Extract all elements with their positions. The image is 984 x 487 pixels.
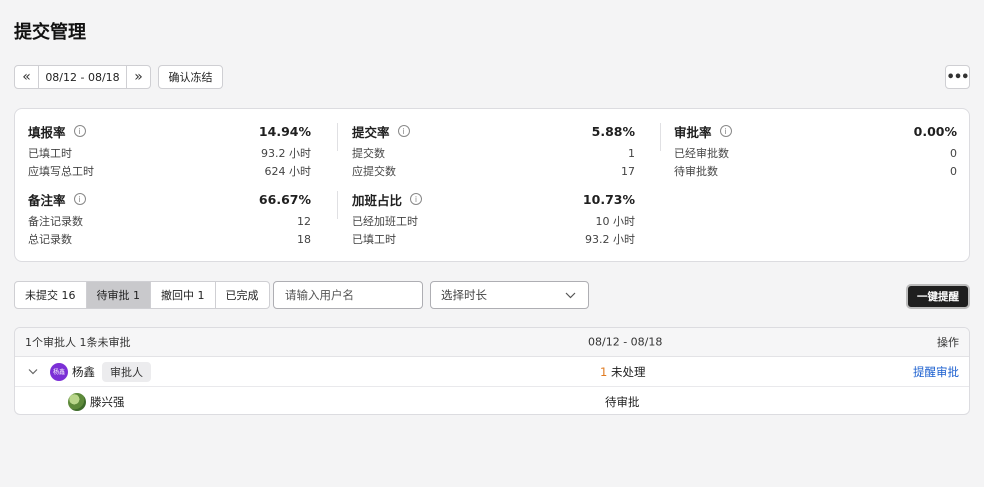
member-status: 待审批 (605, 395, 640, 409)
previous-week-button[interactable]: « (15, 66, 39, 88)
page-title: 提交管理 (14, 22, 86, 43)
info-icon[interactable]: i (410, 193, 423, 205)
stat-submit-rate: 提交率 i 5.88% 提交数 1 应提交数 17 (352, 122, 635, 180)
stat-row-label: 已经审批数 (674, 147, 729, 160)
stat-percent: 0.00% (913, 123, 957, 139)
stat-row-value: 18 (297, 232, 311, 246)
stat-percent: 10.73% (582, 191, 635, 207)
pending-count: 1 (600, 364, 608, 379)
avatar: 杨鑫 (50, 362, 68, 381)
table-header: 1个审批人 1条未审批 08/12 - 08/18 操作 (15, 328, 969, 357)
avatar (68, 393, 86, 411)
stat-row-label: 已经加班工时 (352, 215, 418, 228)
stats-card: 填报率 i 14.94% 已填工时 93.2 小时 应填写总工时 624 小时 提交率… (14, 108, 970, 262)
next-week-button[interactable]: » (126, 66, 150, 88)
info-icon[interactable]: i (73, 125, 86, 137)
stat-row-label: 提交数 (352, 147, 385, 160)
chevron-down-icon[interactable] (28, 368, 38, 375)
remind-all-button[interactable]: 一键提醒 (906, 284, 970, 309)
date-range-navigator: « 08/12 - 08/18 » (14, 65, 151, 89)
avatar-text: 杨鑫 (52, 369, 65, 376)
stat-row-value: 624 小时 (264, 165, 312, 178)
double-chevron-left-icon: « (22, 69, 31, 85)
divider (660, 123, 661, 151)
table-row-approver: 杨鑫 杨鑫 审批人 1 未处理 提醒审批 (15, 357, 969, 387)
info-icon[interactable]: i (719, 125, 732, 137)
remind-approval-link[interactable]: 提醒审批 (913, 364, 959, 380)
member-name: 滕兴强 (90, 395, 125, 409)
stat-fill-rate: 填报率 i 14.94% 已填工时 93.2 小时 应填写总工时 624 小时 (28, 122, 311, 180)
stat-row-label: 应填写总工时 (28, 165, 94, 178)
double-chevron-right-icon: » (134, 69, 143, 85)
tab-pending-approval[interactable]: 待审批 1 (86, 282, 151, 308)
stat-row-value: 93.2 小时 (585, 233, 635, 246)
stat-row-label: 总记录数 (28, 233, 72, 246)
stat-note-rate: 备注率 i 66.67% 备注记录数 12 总记录数 18 (28, 190, 311, 248)
more-options-button[interactable]: ••• (945, 65, 970, 89)
approver-name: 杨鑫 (72, 364, 95, 379)
stat-row-value: 0 (950, 146, 957, 160)
stat-percent: 66.67% (258, 191, 311, 207)
stat-row-label: 已填工时 (352, 233, 396, 246)
stat-row-label: 已填工时 (28, 147, 72, 160)
tab-unsubmitted[interactable]: 未提交 16 (15, 282, 87, 308)
table-action-header: 操作 (937, 336, 959, 349)
stat-row-value: 0 (950, 164, 957, 178)
stat-row-label: 待审批数 (674, 165, 718, 178)
stat-approve-rate: 审批率 i 0.00% 已经审批数 0 待审批数 0 (674, 122, 957, 180)
stat-title: 填报率 (28, 124, 66, 140)
stat-row-value: 12 (297, 214, 311, 228)
role-badge: 审批人 (102, 361, 151, 382)
confirm-freeze-button[interactable]: 确认冻结 (158, 65, 223, 89)
duration-select[interactable]: 选择时长 (430, 281, 589, 309)
stat-row-value: 10 小时 (595, 215, 636, 228)
stat-percent: 5.88% (591, 123, 635, 139)
stat-title: 审批率 (674, 124, 712, 140)
table-period-header: 08/12 - 08/18 (588, 335, 663, 349)
tab-withdrawing[interactable]: 撤回中 1 (151, 282, 216, 308)
info-icon[interactable]: i (73, 193, 86, 205)
table-summary: 1个审批人 1条未审批 (25, 336, 131, 349)
approval-table: 1个审批人 1条未审批 08/12 - 08/18 操作 杨鑫 杨鑫 审批人 1… (14, 327, 970, 415)
pending-status: 1 未处理 (600, 364, 645, 380)
date-range-label[interactable]: 08/12 - 08/18 (39, 66, 126, 88)
divider (337, 123, 338, 151)
stat-row-value: 93.2 小时 (261, 147, 311, 160)
divider (337, 191, 338, 219)
stat-percent: 14.94% (258, 123, 311, 139)
stat-title: 提交率 (352, 124, 390, 140)
status-tabs: 未提交 16 待审批 1 撤回中 1 已完成 (14, 281, 270, 309)
stat-row-value: 17 (621, 164, 635, 178)
username-search-input[interactable] (273, 281, 423, 309)
table-row-member: 滕兴强 待审批 (15, 387, 969, 414)
duration-select-label: 选择时长 (441, 288, 487, 302)
pending-status-text: 未处理 (610, 364, 646, 379)
stat-overtime-ratio: 加班占比 i 10.73% 已经加班工时 10 小时 已填工时 93.2 小时 (352, 190, 635, 248)
stat-row-label: 应提交数 (352, 165, 396, 178)
stat-title: 加班占比 (352, 192, 403, 208)
chevron-down-icon (565, 292, 576, 298)
stat-row-value: 1 (628, 146, 635, 160)
more-dots-icon: ••• (946, 69, 970, 85)
stat-row-label: 备注记录数 (28, 215, 83, 228)
info-icon[interactable]: i (397, 125, 410, 137)
stat-title: 备注率 (28, 192, 66, 208)
tab-completed[interactable]: 已完成 (216, 282, 269, 308)
